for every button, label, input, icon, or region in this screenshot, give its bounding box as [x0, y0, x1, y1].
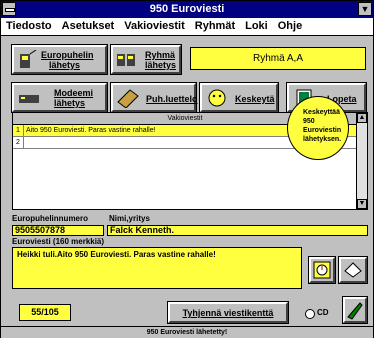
menu-ohje[interactable]: Ohje [273, 18, 307, 35]
clear-message-label: Tyhjennä viestikenttä [182, 308, 274, 318]
modem-send-button[interactable]: Modeemi lähetys [11, 82, 108, 113]
grid-scrollbar[interactable]: ▲ ▼ [356, 113, 367, 209]
system-menu-button[interactable] [2, 2, 16, 16]
phonebook-button[interactable]: Puh.luettelo [110, 82, 198, 113]
scroll-up-arrow[interactable]: ▲ [357, 113, 367, 123]
clear-message-button[interactable]: Tyhjennä viestikenttä [167, 301, 289, 324]
phonebook-label: Puh.luettelo [146, 94, 198, 104]
main-window: 950 Euroviesti ▼ Tiedosto Asetukset Vakiov… [0, 0, 374, 338]
phone-field[interactable]: 9505507878 [12, 225, 104, 236]
window-title: 950 Euroviesti [149, 3, 225, 15]
menu-bar: Tiedosto Asetukset Vakioviestit Ryhmät Loki O… [1, 18, 373, 36]
confirm-button[interactable] [338, 256, 368, 284]
schedule-button[interactable] [308, 256, 336, 284]
europuhelin-label-2: lähetys [49, 60, 81, 70]
ryhma-label-1: Ryhmä [145, 50, 176, 60]
send-arrow-icon [347, 302, 363, 320]
title-bar: 950 Euroviesti ▼ [1, 1, 373, 18]
message-field[interactable]: Heikki tuli.Aito 950 Euroviesti. Paras v… [12, 247, 302, 289]
message-label: Euroviesti (160 merkkiä) [12, 237, 105, 246]
status-bar: 950 Euroviesti lähetetty! [1, 326, 373, 338]
cancel-tooltip: Keskeyttää 950 Euroviestin lähetyksen. [287, 96, 349, 160]
phones-icon [117, 54, 135, 66]
europuhelin-send-button[interactable]: Europuhelin lähetys [11, 44, 108, 75]
character-counter: 55/105 [19, 304, 71, 321]
cd-radio[interactable] [305, 309, 315, 319]
send-button[interactable] [342, 296, 368, 324]
book-icon [117, 89, 139, 108]
phone-label: Europuhelinnumero [12, 214, 88, 223]
menu-asetukset[interactable]: Asetukset [57, 18, 120, 35]
row-number: 1 [13, 125, 24, 136]
stop-face-icon [208, 89, 226, 107]
clock-icon [313, 261, 331, 279]
europuhelin-label-1: Europuhelin [41, 50, 94, 60]
keskeyta-label: Keskeytä [235, 94, 275, 104]
menu-vakioviestit[interactable]: Vakioviestit [119, 18, 190, 35]
group-display: Ryhmä A,A [190, 47, 366, 70]
phone-icon [20, 50, 37, 68]
modem-icon [19, 95, 39, 103]
menu-tiedosto[interactable]: Tiedosto [1, 18, 57, 35]
row-number: 2 [13, 137, 24, 148]
modeemi-label-2: lähetys [54, 98, 86, 108]
handshake-icon [344, 262, 362, 278]
minimize-button[interactable]: ▼ [358, 2, 372, 16]
cd-label: CD [317, 308, 329, 317]
modeemi-label-1: Modeemi [54, 88, 94, 98]
ryhma-label-2: lähetys [145, 60, 177, 70]
menu-loki[interactable]: Loki [240, 18, 273, 35]
cancel-send-button[interactable]: Keskeytä [199, 82, 279, 113]
group-send-button[interactable]: Ryhmä lähetys [110, 44, 182, 75]
name-label: Nimi,yritys [109, 214, 150, 223]
name-field[interactable]: Falck Kenneth. [107, 225, 368, 236]
menu-ryhmat[interactable]: Ryhmät [190, 18, 240, 35]
scroll-down-arrow[interactable]: ▼ [357, 199, 367, 209]
